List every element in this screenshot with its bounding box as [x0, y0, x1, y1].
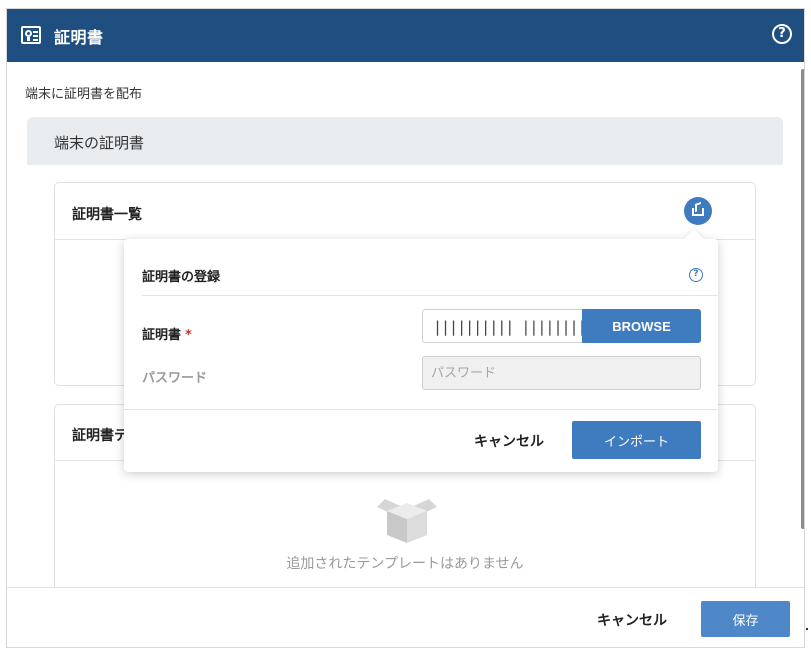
certificate-label-text: 証明書 [142, 328, 182, 343]
popup-title: 証明書の登録 [142, 270, 221, 285]
stray-dot [806, 628, 808, 630]
scrollbar[interactable] [801, 69, 804, 529]
cancel-button[interactable]: キャンセル [597, 610, 667, 630]
section-header: 端末の証明書 [27, 117, 783, 165]
certificate-icon [21, 26, 41, 44]
import-certificate-button[interactable] [684, 197, 712, 225]
empty-message: 追加されたテンプレートはありません [286, 556, 524, 572]
help-icon[interactable]: ? [772, 24, 792, 44]
certificate-file-field[interactable]: |||||||||| ||||||||| |||||| [422, 309, 582, 343]
import-button[interactable]: インポート [572, 421, 701, 459]
divider [124, 409, 718, 410]
save-button[interactable]: 保存 [701, 601, 790, 637]
browse-button[interactable]: BROWSE [582, 309, 701, 343]
empty-box-icon [377, 499, 437, 543]
certificate-file-value: |||||||||| ||||||||| |||||| [433, 318, 582, 336]
certificate-field-label: 証明書 * [142, 324, 192, 343]
page-title: 証明書 [54, 28, 104, 47]
popup-cancel-button[interactable]: キャンセル [474, 431, 544, 451]
certificate-window: 証明書 ? 端末に証明書を配布 端末の証明書 証明書一覧 証明書テ 追加されたテ… [6, 8, 805, 648]
footer-bar: キャンセル 保存 [7, 587, 804, 647]
page-subtitle: 端末に証明書を配布 [25, 87, 143, 102]
password-field-label: パスワード [142, 371, 208, 386]
password-input[interactable] [422, 356, 701, 390]
certificate-register-popup: 証明書の登録 ? 証明書* |||||||||| ||||||||| |||||… [124, 229, 718, 472]
certificate-list-title: 証明書一覧 [72, 207, 142, 223]
template-list-title: 証明書テ [72, 428, 128, 444]
help-icon[interactable]: ? [689, 268, 703, 282]
divider [142, 295, 718, 296]
section-title: 端末の証明書 [54, 134, 145, 152]
required-mark: * [185, 328, 192, 343]
header-bar: 証明書 ? [7, 9, 804, 62]
